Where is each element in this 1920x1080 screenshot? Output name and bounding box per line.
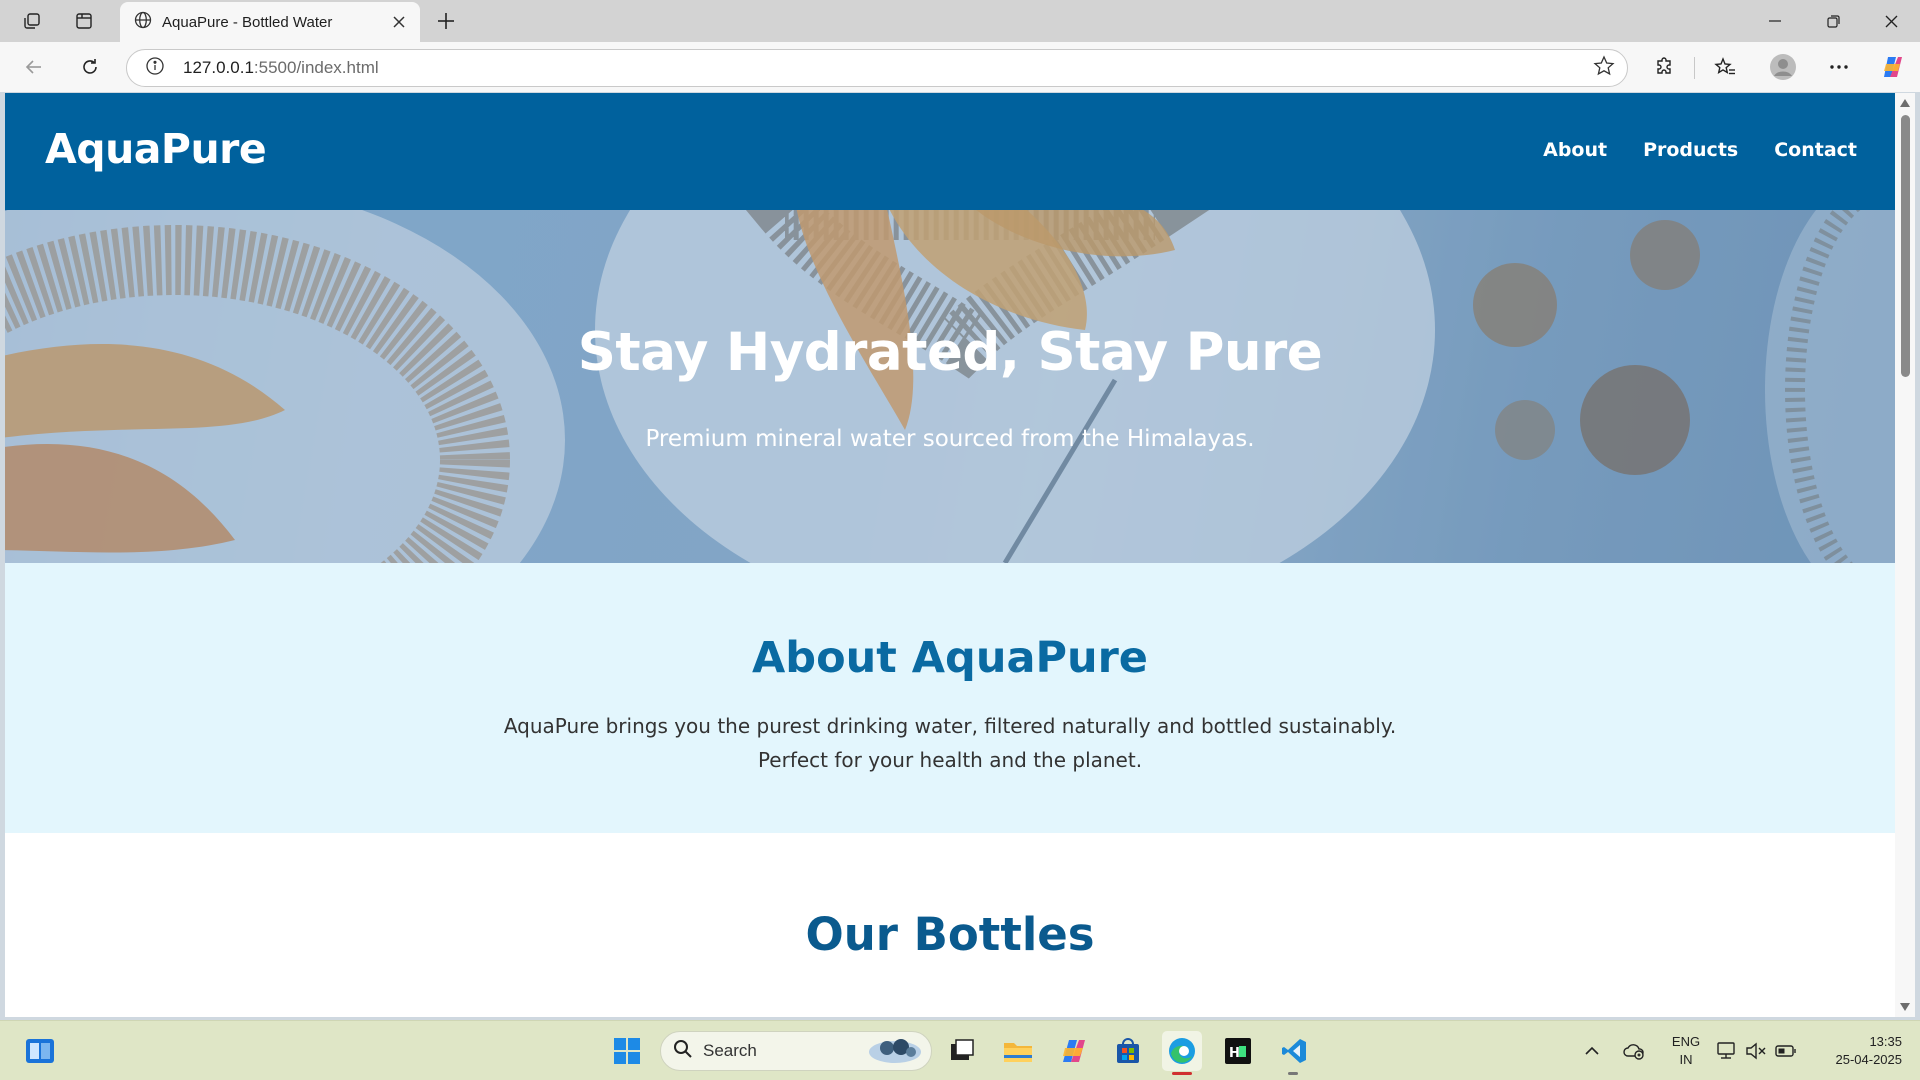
vscode-running-indicator	[1288, 1072, 1298, 1075]
vscode-icon[interactable]	[1274, 1031, 1314, 1071]
minimize-button[interactable]	[1746, 0, 1804, 42]
task-view-icon[interactable]	[942, 1031, 982, 1071]
onedrive-sync-icon[interactable]	[1622, 1039, 1646, 1063]
back-button[interactable]	[16, 51, 52, 83]
volume-muted-icon[interactable]	[1744, 1039, 1768, 1063]
profile-avatar[interactable]	[1768, 53, 1798, 81]
tab-aquapure[interactable]: AquaPure - Bottled Water	[120, 2, 420, 42]
new-tab-button[interactable]	[430, 6, 462, 36]
page-viewport: AquaPure About Products Contact Stay Hyd…	[5, 93, 1895, 1017]
battery-icon[interactable]	[1774, 1039, 1798, 1063]
url-text[interactable]: 127.0.0.1:5500/index.html	[183, 58, 1593, 78]
terminal-app-icon[interactable]: H	[1218, 1031, 1258, 1071]
network-icon[interactable]	[1714, 1039, 1738, 1063]
about-text: AquaPure brings you the purest drinking …	[503, 714, 1397, 772]
hero-title: Stay Hydrated, Stay Pure	[577, 322, 1323, 383]
nav-link-contact[interactable]: Contact	[1774, 139, 1857, 161]
globe-icon	[134, 11, 152, 33]
scroll-up-arrow[interactable]	[1900, 99, 1910, 107]
nav-link-about[interactable]: About	[1543, 139, 1607, 161]
copilot-app-icon[interactable]	[1054, 1031, 1094, 1071]
site-nav: About Products Contact	[1543, 139, 1857, 161]
favorites-icon[interactable]	[1710, 53, 1740, 81]
microsoft-store-icon[interactable]	[1108, 1031, 1148, 1071]
scroll-thumb[interactable]	[1901, 115, 1910, 377]
browser-tab-bar: AquaPure - Bottled Water	[0, 0, 1920, 42]
start-button[interactable]	[607, 1031, 647, 1071]
reload-button[interactable]	[72, 51, 108, 83]
about-title: About AquaPure	[752, 633, 1148, 683]
about-section: About AquaPure AquaPure brings you the p…	[5, 563, 1895, 833]
scroll-down-arrow[interactable]	[1900, 1003, 1910, 1011]
tab-actions-icon[interactable]	[68, 6, 100, 36]
input-language-indicator[interactable]: ENG IN	[1666, 1033, 1706, 1069]
browser-toolbar: 127.0.0.1:5500/index.html	[0, 42, 1920, 92]
toolbar-divider	[1694, 57, 1695, 79]
file-explorer-icon[interactable]	[998, 1031, 1038, 1071]
clock-date: 25-04-2025	[1835, 1052, 1903, 1067]
address-bar[interactable]: 127.0.0.1:5500/index.html	[126, 49, 1628, 87]
close-window-button[interactable]	[1862, 0, 1920, 42]
search-icon	[673, 1039, 693, 1063]
bottles-title: Our Bottles	[805, 908, 1095, 961]
hero-subtitle: Premium mineral water sourced from the H…	[645, 426, 1255, 452]
favorite-star-icon[interactable]	[1593, 55, 1615, 81]
nav-link-products[interactable]: Products	[1643, 139, 1738, 161]
site-header: AquaPure About Products Contact	[5, 93, 1895, 210]
close-tab-icon[interactable]	[388, 11, 410, 33]
page-scrollbar[interactable]	[1895, 93, 1915, 1017]
windows-taskbar: Search H ENG IN 13:35 25-04-2025	[0, 1020, 1920, 1080]
extensions-icon[interactable]	[1650, 53, 1680, 81]
chevron-up-icon[interactable]	[1580, 1039, 1604, 1063]
taskbar-search[interactable]: Search	[660, 1031, 932, 1071]
restore-button[interactable]	[1804, 0, 1862, 42]
system-clock[interactable]: 13:35 25-04-2025	[1810, 1033, 1903, 1069]
edge-active-indicator	[1172, 1072, 1192, 1075]
tab-title: AquaPure - Bottled Water	[162, 13, 333, 31]
widgets-icon[interactable]	[20, 1031, 60, 1071]
workspaces-icon[interactable]	[16, 6, 48, 36]
hero-section: Stay Hydrated, Stay Pure Premium mineral…	[5, 210, 1895, 563]
search-label: Search	[703, 1041, 757, 1060]
edge-browser-icon[interactable]	[1162, 1031, 1202, 1071]
site-info-icon[interactable]	[145, 56, 165, 80]
search-highlight-icon	[867, 1034, 923, 1068]
copilot-icon[interactable]	[1878, 53, 1908, 81]
hero-overlay	[5, 210, 1895, 563]
site-logo[interactable]: AquaPure	[45, 125, 267, 173]
clock-time: 13:35	[1869, 1034, 1902, 1049]
more-options-icon[interactable]	[1824, 53, 1854, 81]
svg-text:H: H	[1229, 1046, 1240, 1061]
